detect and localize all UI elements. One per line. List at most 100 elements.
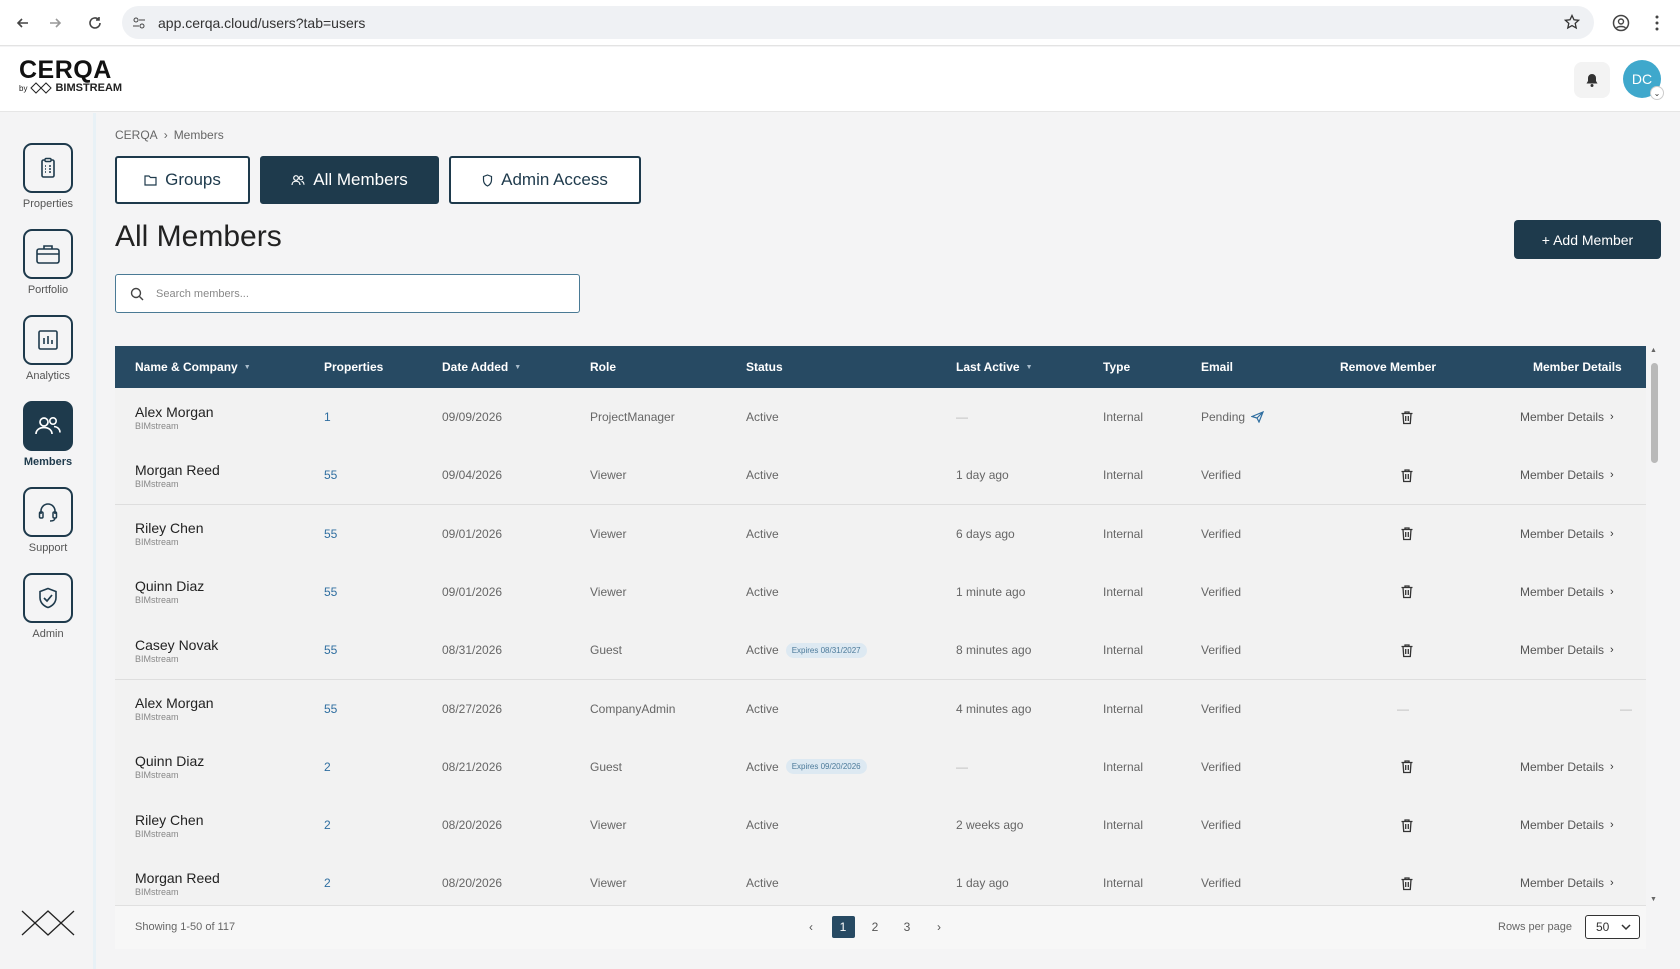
- send-invite-icon[interactable]: [1251, 411, 1265, 423]
- tab-admin-access[interactable]: Admin Access: [449, 156, 641, 204]
- table-row: Quinn Diaz BIMstream 55 09/01/2026 Viewer Act…: [115, 562, 1646, 622]
- table-row: Alex Morgan BIMstream 55 08/27/2026 CompanyA…: [115, 679, 1646, 739]
- member-details-link[interactable]: Member Details ›: [1520, 738, 1614, 796]
- remove-member-button[interactable]: [1400, 563, 1414, 621]
- column-header-date-added[interactable]: Date Added ▼: [442, 346, 521, 388]
- member-name-cell: Morgan Reed BIMstream: [135, 446, 220, 504]
- status-cell: Active: [746, 796, 779, 854]
- sidebar-item-portfolio[interactable]: Portfolio: [22, 229, 74, 296]
- status-text: Active: [746, 526, 779, 541]
- column-header-last-active[interactable]: Last Active ▼: [956, 346, 1033, 388]
- remove-member-button[interactable]: [1400, 854, 1414, 905]
- member-name: Alex Morgan: [135, 695, 214, 711]
- bookmark-star-icon[interactable]: [1564, 14, 1580, 30]
- tab-all-members[interactable]: All Members: [260, 156, 439, 204]
- next-page-button[interactable]: ›: [923, 916, 955, 938]
- status-text: Active: [746, 468, 779, 483]
- remove-member-button[interactable]: [1400, 738, 1414, 796]
- member-type: Internal: [1103, 468, 1144, 483]
- address-bar[interactable]: app.cerqa.cloud/users?tab=users: [122, 6, 1594, 39]
- email-status: Pending: [1201, 410, 1246, 424]
- member-company: BIMstream: [135, 712, 179, 722]
- remove-member-button[interactable]: [1400, 388, 1414, 446]
- page-button-1[interactable]: 1: [827, 916, 859, 938]
- member-details-link[interactable]: Member Details ›: [1520, 621, 1614, 679]
- scroll-up-arrow-icon[interactable]: ▲: [1650, 347, 1657, 354]
- sidebar-item-properties[interactable]: Properties: [22, 143, 74, 210]
- sidebar-item-members[interactable]: Members: [22, 401, 74, 468]
- shield-icon: [483, 173, 493, 187]
- member-details-link[interactable]: Member Details ›: [1520, 388, 1614, 446]
- member-name: Riley Chen: [135, 811, 204, 828]
- breadcrumb: CERQA › Members: [115, 128, 224, 142]
- properties-count-link[interactable]: 2: [324, 738, 331, 796]
- page-button-2[interactable]: 2: [859, 916, 891, 938]
- site-settings-icon[interactable]: [132, 16, 146, 30]
- remove-member-button[interactable]: [1400, 621, 1414, 679]
- prev-page-button[interactable]: ‹: [795, 916, 827, 938]
- last-active: 2 weeks ago: [956, 818, 1024, 833]
- user-avatar[interactable]: DC ⌄: [1623, 60, 1664, 100]
- status-cell: Active: [746, 680, 779, 738]
- member-details-link[interactable]: Member Details ›: [1520, 796, 1614, 854]
- properties-count-link[interactable]: 55: [324, 446, 337, 504]
- properties-count-link[interactable]: 2: [324, 854, 331, 905]
- member-name: Riley Chen: [135, 520, 204, 537]
- sidebar-item-support[interactable]: Support: [22, 487, 74, 554]
- sidebar-item-admin[interactable]: Admin: [22, 573, 74, 640]
- status-text: Active: [746, 818, 779, 833]
- properties-count-link[interactable]: 55: [324, 621, 337, 679]
- add-member-button[interactable]: + Add Member: [1514, 220, 1661, 259]
- member-details-link[interactable]: Member Details ›: [1520, 505, 1614, 563]
- email-status: Verified: [1201, 876, 1242, 891]
- browser-menu-icon[interactable]: [1646, 12, 1668, 34]
- column-header-name-company[interactable]: Name & Company ▼: [135, 346, 251, 388]
- member-name-cell: Quinn Diaz BIMstream: [135, 563, 204, 621]
- member-details-link[interactable]: Member Details ›: [1520, 563, 1614, 621]
- scroll-thumb[interactable]: [1651, 363, 1658, 463]
- back-arrow-icon[interactable]: [12, 12, 34, 34]
- scroll-down-arrow-icon[interactable]: ▼: [1650, 896, 1657, 903]
- breadcrumb-root[interactable]: CERQA: [115, 128, 158, 142]
- member-role: Guest: [590, 643, 623, 658]
- remove-member-button[interactable]: [1400, 505, 1414, 563]
- rows-per-page-label: Rows per page: [1498, 921, 1572, 933]
- remove-member-button[interactable]: [1400, 796, 1414, 854]
- tab-groups[interactable]: Groups: [115, 156, 250, 204]
- status-text: Active: [746, 643, 779, 658]
- sidebar-item-analytics[interactable]: Analytics: [22, 315, 74, 382]
- column-header-member-details: Member Details: [1533, 360, 1622, 374]
- table-scrollbar[interactable]: ▲ ▼: [1648, 347, 1660, 903]
- properties-count-link[interactable]: 55: [324, 680, 337, 738]
- member-details-link[interactable]: Member Details ›: [1520, 446, 1614, 504]
- search-icon: [130, 287, 144, 300]
- properties-count-link[interactable]: 2: [324, 796, 331, 854]
- notifications-bell-icon[interactable]: [1574, 62, 1610, 98]
- properties-count-link[interactable]: 1: [324, 388, 331, 446]
- member-details-link[interactable]: Member Details ›: [1520, 854, 1614, 905]
- member-type: Internal: [1103, 876, 1144, 891]
- table-row: Quinn Diaz BIMstream 2 08/21/2026 Guest Activ…: [115, 737, 1646, 797]
- bimstream-mark-icon: [30, 82, 53, 94]
- remove-member-button[interactable]: [1400, 446, 1414, 504]
- member-name: Casey Novak: [135, 636, 219, 653]
- chevron-right-icon: ›: [1610, 819, 1614, 832]
- rows-per-page-select[interactable]: 50: [1585, 915, 1640, 939]
- forward-arrow-icon[interactable]: [44, 12, 66, 34]
- page-button-3[interactable]: 3: [891, 916, 923, 938]
- status-text: Active: [746, 584, 779, 599]
- cerqa-logo[interactable]: CERQA by BIMSTREAM: [19, 57, 122, 94]
- email-status: Verified: [1201, 643, 1242, 658]
- app-header: CERQA by BIMSTREAM DC ⌄: [0, 47, 1680, 112]
- trash-icon: [1401, 469, 1413, 482]
- search-field[interactable]: [115, 274, 580, 313]
- reload-icon[interactable]: [84, 12, 106, 34]
- properties-count-link[interactable]: 55: [324, 505, 337, 563]
- profile-icon[interactable]: [1610, 12, 1632, 34]
- bar-chart-icon: [38, 330, 58, 350]
- email-status-cell: Verified: [1201, 796, 1241, 854]
- search-input[interactable]: [156, 287, 556, 300]
- trash-icon: [1401, 585, 1413, 599]
- status-cell: Active Expires 09/20/2026: [746, 738, 867, 796]
- properties-count-link[interactable]: 55: [324, 563, 337, 621]
